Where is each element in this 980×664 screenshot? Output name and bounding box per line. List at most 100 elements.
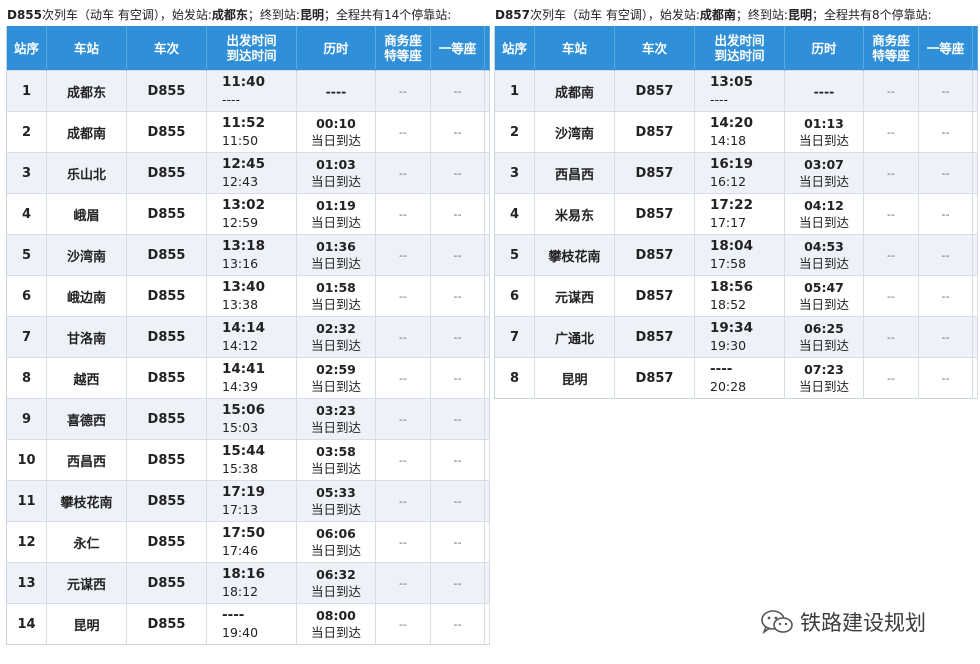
cell-station[interactable]: 甘洛南 bbox=[46, 316, 127, 358]
cell-station[interactable]: 西昌西 bbox=[534, 152, 615, 194]
cell-station[interactable]: 喜德西 bbox=[46, 398, 127, 440]
cell-station[interactable]: 元谋西 bbox=[46, 562, 127, 604]
cell-train-code[interactable]: D855 bbox=[126, 275, 207, 317]
timetable-title: D855次列车（动车 有空调），始发站:成都东；终到站:昆明；全程共有14个停靠… bbox=[7, 8, 452, 22]
cell-duration: 08:00 当日到达 bbox=[296, 603, 376, 645]
header-seq: 站序 bbox=[494, 26, 535, 71]
cell-business-seat: -- bbox=[863, 152, 919, 194]
cell-train-code[interactable]: D855 bbox=[126, 70, 207, 112]
cell-train-code[interactable]: D857 bbox=[614, 316, 695, 358]
cell-station[interactable]: 成都南 bbox=[46, 111, 127, 153]
duration: 05:33 bbox=[316, 485, 356, 500]
arrival-day: 当日到达 bbox=[310, 543, 361, 558]
cell-train-code[interactable]: D857 bbox=[614, 193, 695, 235]
cell-business-seat: -- bbox=[375, 193, 431, 235]
cell-seq: 5 bbox=[6, 234, 47, 276]
header-train: 车次 bbox=[614, 26, 695, 71]
arrival-time: 20:28 bbox=[710, 379, 747, 394]
cell-overflow bbox=[484, 316, 490, 358]
header-business-seat: 商务座 特等座 bbox=[375, 26, 431, 71]
cell-train-code[interactable]: D857 bbox=[614, 152, 695, 194]
cell-station[interactable]: 攀枝花南 bbox=[46, 480, 127, 522]
duration: 02:59 bbox=[316, 362, 356, 377]
cell-train-code[interactable]: D857 bbox=[614, 357, 695, 399]
cell-station[interactable]: 成都东 bbox=[46, 70, 127, 112]
cell-train-code[interactable]: D855 bbox=[126, 316, 207, 358]
duration: ---- bbox=[325, 83, 347, 99]
cell-first-class: -- bbox=[430, 357, 485, 399]
cell-train-code[interactable]: D855 bbox=[126, 111, 207, 153]
table-row: 13 元谋西 D855 18:16 18:12 06:32 当日到达 -- -- bbox=[6, 562, 490, 604]
cell-time: ---- 20:28 bbox=[694, 357, 785, 399]
cell-overflow bbox=[484, 111, 490, 153]
cell-train-code[interactable]: D857 bbox=[614, 275, 695, 317]
cell-train-code[interactable]: D855 bbox=[126, 152, 207, 194]
cell-business-seat: -- bbox=[375, 398, 431, 440]
departure-time: 14:41 bbox=[222, 361, 265, 377]
arrival-day: 当日到达 bbox=[798, 133, 849, 148]
cell-train-code[interactable]: D855 bbox=[126, 603, 207, 645]
header-overflow bbox=[972, 26, 978, 71]
cell-station[interactable]: 昆明 bbox=[46, 603, 127, 645]
timetable: 站序 车站 车次 出发时间 到达时间 历时 商务座 特等座 一等座 1 成都南 D857… bbox=[494, 26, 978, 399]
timetable: 站序 车站 车次 出发时间 到达时间 历时 商务座 特等座 一等座 1 成都东 D855… bbox=[6, 26, 490, 645]
cell-station[interactable]: 昆明 bbox=[534, 357, 615, 399]
cell-train-code[interactable]: D855 bbox=[126, 562, 207, 604]
cell-business-seat: -- bbox=[863, 275, 919, 317]
cell-train-code[interactable]: D855 bbox=[126, 398, 207, 440]
cell-train-code[interactable]: D857 bbox=[614, 234, 695, 276]
cell-first-class: -- bbox=[430, 521, 485, 563]
cell-train-code[interactable]: D855 bbox=[126, 234, 207, 276]
departure-time: 18:16 bbox=[222, 566, 265, 582]
cell-duration: 00:10 当日到达 bbox=[296, 111, 376, 153]
departure-time: ---- bbox=[710, 361, 733, 377]
cell-station[interactable]: 攀枝花南 bbox=[534, 234, 615, 276]
cell-business-seat: -- bbox=[863, 357, 919, 399]
arrival-day: 当日到达 bbox=[310, 625, 361, 640]
cell-station[interactable]: 越西 bbox=[46, 357, 127, 399]
header-first-class: 一等座 bbox=[430, 26, 485, 71]
duration: 03:58 bbox=[316, 444, 356, 459]
cell-overflow bbox=[972, 111, 978, 153]
arrival-time: 18:12 bbox=[222, 584, 259, 599]
cell-train-code[interactable]: D857 bbox=[614, 70, 695, 112]
arrival-day: 当日到达 bbox=[798, 297, 849, 312]
header-time: 出发时间 到达时间 bbox=[206, 26, 297, 71]
arrival-time: 17:13 bbox=[222, 502, 259, 517]
cell-first-class: -- bbox=[430, 316, 485, 358]
cell-station[interactable]: 米易东 bbox=[534, 193, 615, 235]
table-row: 14 昆明 D855 ---- 19:40 08:00 当日到达 -- -- bbox=[6, 603, 490, 645]
header-station: 车站 bbox=[46, 26, 127, 71]
cell-seq: 4 bbox=[6, 193, 47, 235]
cell-train-code[interactable]: D855 bbox=[126, 357, 207, 399]
cell-station[interactable]: 西昌西 bbox=[46, 439, 127, 481]
cell-station[interactable]: 广通北 bbox=[534, 316, 615, 358]
cell-station[interactable]: 元谋西 bbox=[534, 275, 615, 317]
duration: 01:58 bbox=[316, 280, 356, 295]
cell-train-code[interactable]: D855 bbox=[126, 521, 207, 563]
cell-station[interactable]: 峨边南 bbox=[46, 275, 127, 317]
cell-time: 16:19 16:12 bbox=[694, 152, 785, 194]
cell-time: 13:05 ---- bbox=[694, 70, 785, 112]
cell-seq: 5 bbox=[494, 234, 535, 276]
cell-station[interactable]: 沙湾南 bbox=[46, 234, 127, 276]
cell-station[interactable]: 沙湾南 bbox=[534, 111, 615, 153]
cell-first-class: -- bbox=[430, 480, 485, 522]
departure-time: 17:22 bbox=[710, 197, 753, 213]
departure-time: 15:44 bbox=[222, 443, 265, 459]
cell-station[interactable]: 永仁 bbox=[46, 521, 127, 563]
cell-first-class: -- bbox=[430, 439, 485, 481]
cell-seq: 1 bbox=[494, 70, 535, 112]
origin-station: 成都东 bbox=[211, 8, 248, 22]
cell-station[interactable]: 成都南 bbox=[534, 70, 615, 112]
cell-duration: 06:06 当日到达 bbox=[296, 521, 376, 563]
cell-train-code[interactable]: D855 bbox=[126, 480, 207, 522]
cell-first-class: -- bbox=[430, 193, 485, 235]
cell-train-code[interactable]: D855 bbox=[126, 439, 207, 481]
cell-train-code[interactable]: D855 bbox=[126, 193, 207, 235]
cell-train-code[interactable]: D857 bbox=[614, 111, 695, 153]
duration: ---- bbox=[813, 83, 835, 99]
cell-station[interactable]: 峨眉 bbox=[46, 193, 127, 235]
cell-station[interactable]: 乐山北 bbox=[46, 152, 127, 194]
cell-first-class: -- bbox=[430, 398, 485, 440]
